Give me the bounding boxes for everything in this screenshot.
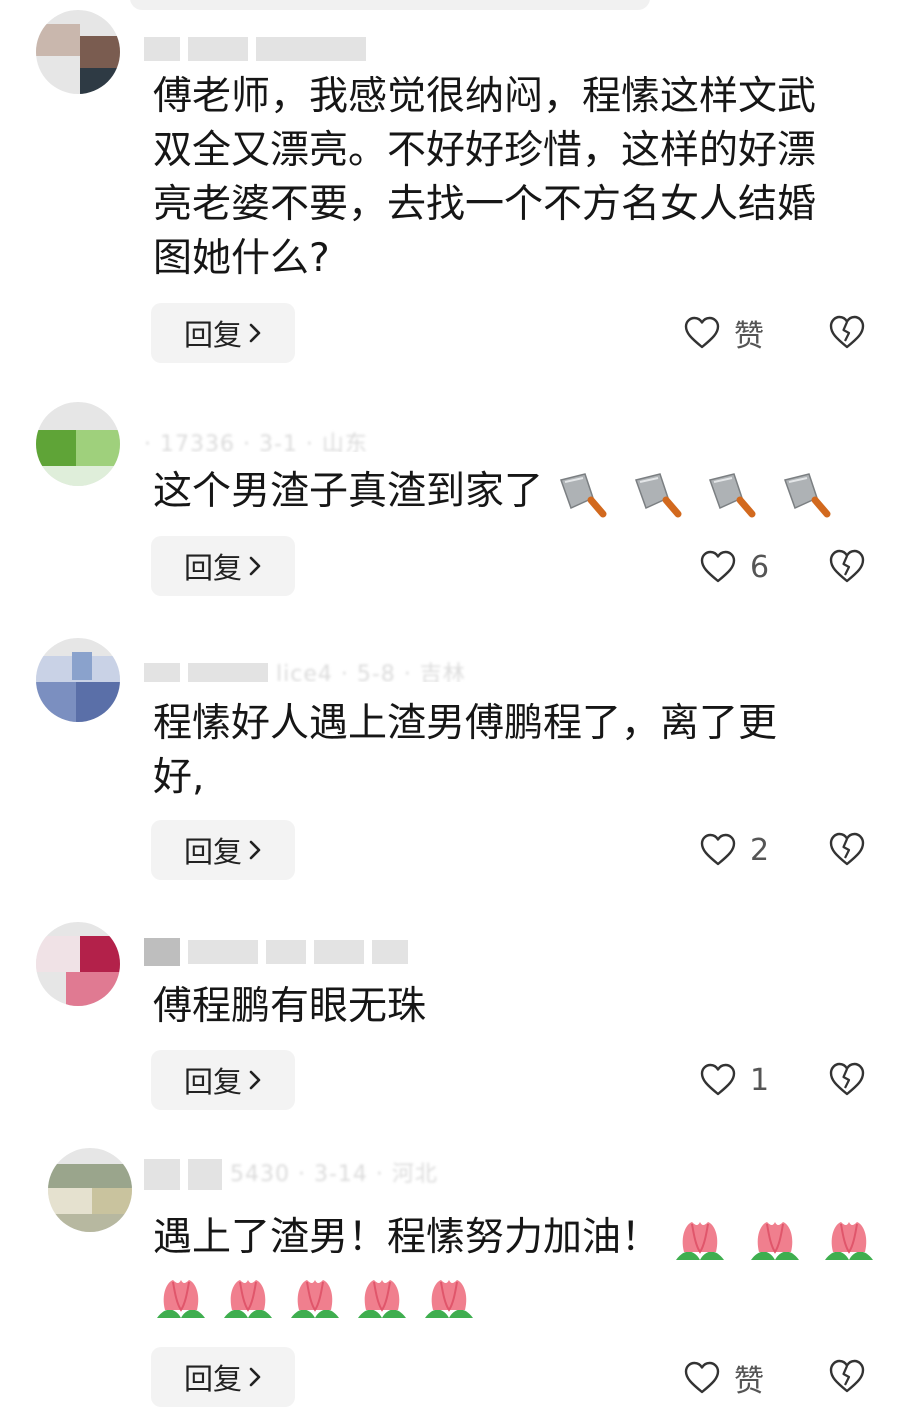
tulip-icon (220, 1274, 276, 1324)
comment-text: 傅程鹏有眼无珠 (153, 984, 427, 1029)
avatar-blur-block (72, 652, 92, 680)
avatar[interactable] (36, 922, 120, 1006)
chevron-right-icon (249, 556, 261, 576)
avatar-blur-block (36, 936, 80, 972)
reply-button[interactable]: 回复 (151, 303, 295, 363)
reply-label: 回复 (183, 551, 242, 585)
tulip-icon (747, 1216, 803, 1266)
avatar[interactable] (36, 638, 120, 722)
heart-icon (700, 833, 736, 866)
comment-meta-redacted: 5430 · 3-14 · 河北 (144, 1156, 484, 1190)
avatar-blur-block (92, 1188, 132, 1214)
comment-text: 程愫好人遇上渣男傅鹏程了，离了更好, (153, 701, 778, 800)
like-button[interactable]: 2 (700, 826, 810, 874)
comment-meta-redacted (144, 938, 484, 968)
heart-icon (700, 550, 736, 583)
avatar-blur-block (36, 682, 76, 722)
emoji-group (153, 1274, 483, 1328)
like-button[interactable]: 赞 (684, 309, 794, 357)
tulip-icon (153, 1274, 209, 1324)
avatar-blur-block (48, 1164, 132, 1188)
dislike-button[interactable] (828, 548, 868, 588)
reply-label: 回复 (183, 318, 242, 352)
avatar[interactable] (36, 402, 120, 486)
avatar-blur-block (76, 430, 120, 466)
comment-text: 这个男渣子真渣到家了 (153, 465, 853, 521)
tulip-icon (672, 1216, 728, 1266)
avatar-blur-block (36, 430, 76, 466)
kitchen-knife-icon (704, 470, 760, 520)
chevron-right-icon (249, 1367, 261, 1387)
avatar-blur-block (36, 24, 80, 56)
broken-heart-icon (829, 1062, 865, 1096)
broken-heart-icon (829, 1359, 865, 1393)
like-count: 6 (750, 549, 770, 585)
reply-button[interactable]: 回复 (151, 820, 295, 880)
chevron-right-icon (249, 323, 261, 343)
avatar-blur-block (36, 466, 120, 486)
broken-heart-icon (829, 549, 865, 583)
broken-heart-icon (829, 832, 865, 866)
comment-text: 傅老师，我感觉很纳闷，程愫这样文武双全又漂亮。不好好珍惜，这样的好漂亮老婆不要，… (153, 74, 817, 281)
top-scroll-remnant (130, 0, 650, 10)
avatar-blur-block (76, 682, 120, 722)
like-count: 1 (750, 1062, 770, 1098)
reply-button[interactable]: 回复 (151, 536, 295, 596)
comment-meta-redacted (144, 36, 404, 62)
comment-meta-redacted: · 17336 · 3-1 · 山东 (144, 432, 368, 452)
kitchen-knife-icon (630, 470, 686, 520)
tulip-icon (287, 1274, 343, 1324)
emoji-group (672, 1213, 883, 1267)
emoji-group (555, 467, 840, 521)
avatar[interactable] (48, 1148, 132, 1232)
tulip-icon (821, 1216, 877, 1266)
avatar-blur-block (48, 1214, 132, 1232)
like-count: 2 (750, 832, 770, 868)
avatar-blur-block (80, 68, 120, 94)
broken-heart-icon (829, 315, 865, 349)
avatar[interactable] (36, 10, 120, 94)
avatar-blur-block (80, 936, 120, 972)
chevron-right-icon (249, 1070, 261, 1090)
kitchen-knife-icon (779, 470, 835, 520)
avatar-blur-block (80, 36, 120, 68)
tulip-icon (421, 1274, 477, 1324)
kitchen-knife-icon (555, 470, 611, 520)
chevron-right-icon (249, 840, 261, 860)
like-button[interactable]: 6 (700, 543, 810, 591)
tulip-icon (354, 1274, 410, 1324)
dislike-button[interactable] (828, 1061, 868, 1101)
dislike-button[interactable] (828, 831, 868, 871)
avatar-blur-block (66, 972, 120, 1006)
comment-meta-redacted: lice4 · 5-8 · 吉林 (144, 656, 484, 682)
heart-icon (684, 316, 720, 349)
comment-text: 遇上了渣男！程愫努力加油！ (153, 1211, 874, 1267)
avatar-blur-block (48, 1188, 92, 1214)
dislike-button[interactable] (828, 1358, 868, 1398)
reply-button[interactable]: 回复 (151, 1347, 295, 1407)
reply-label: 回复 (183, 1065, 242, 1099)
heart-icon (684, 1361, 720, 1394)
comment-text-content: 这个男渣子真渣到家了 (153, 469, 544, 514)
comment-text-content: 遇上了渣男！程愫努力加油！ (153, 1215, 661, 1260)
reply-label: 回复 (183, 1362, 242, 1396)
like-button[interactable]: 赞 (684, 1354, 794, 1402)
reply-label: 回复 (183, 835, 242, 869)
like-count: 赞 (734, 1364, 764, 1399)
like-count: 赞 (734, 319, 764, 354)
heart-icon (700, 1063, 736, 1096)
dislike-button[interactable] (828, 314, 868, 354)
like-button[interactable]: 1 (700, 1056, 810, 1104)
reply-button[interactable]: 回复 (151, 1050, 295, 1110)
